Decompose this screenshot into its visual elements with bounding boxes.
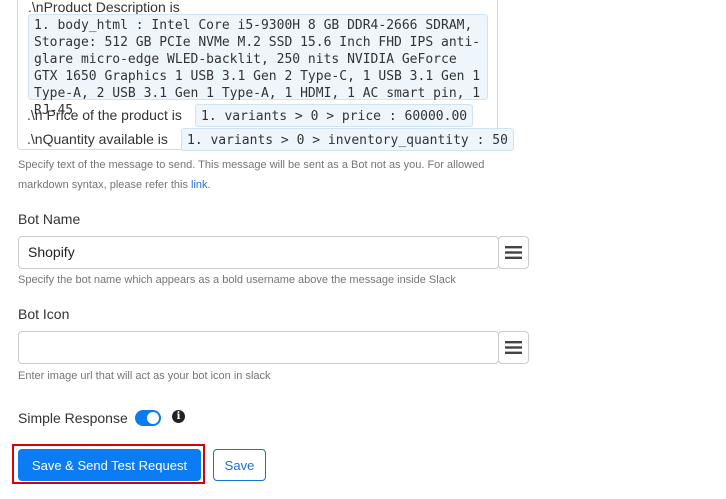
message-line-quantity-label: .\nQuantity available is [27,131,168,147]
simple-response-toggle[interactable] [135,410,161,426]
message-help-text-line2: markdown syntax, please refer this link. [18,179,211,191]
bot-icon-label: Bot Icon [18,306,70,322]
bot-name-label: Bot Name [18,211,81,227]
hamburger-icon [505,341,522,354]
toggle-knob [147,412,159,424]
message-line-description-label: .\nProduct Description is [28,0,180,15]
bot-icon-menu-button[interactable] [498,331,529,364]
markdown-help-link[interactable]: link. [191,179,211,191]
message-line-price-label: .\n Price of the product is [27,107,182,123]
message-help-text: Specify text of the message to send. Thi… [18,159,484,171]
quantity-token[interactable]: 1. variants > 0 > inventory_quantity : 5… [181,128,514,151]
bot-name-help-text: Specify the bot name which appears as a … [18,274,456,286]
price-token[interactable]: 1. variants > 0 > price : 60000.00 [195,104,474,127]
save-button[interactable]: Save [213,449,266,481]
message-help-line2: markdown syntax, please refer this [18,179,188,191]
message-help-line1: Specify text of the message to send. Thi… [18,159,485,171]
info-icon[interactable]: i [172,410,185,423]
bot-name-menu-button[interactable] [498,236,529,269]
bot-icon-input[interactable] [18,331,499,364]
product-description-token[interactable]: 1. body_html : Intel Core i5-9300H 8 GB … [28,14,488,118]
hamburger-icon [505,246,522,259]
simple-response-label: Simple Response [18,410,128,426]
save-send-test-request-button[interactable]: Save & Send Test Request [18,449,201,481]
bot-name-input[interactable]: Shopify [18,236,499,269]
bot-icon-help-text: Enter image url that will act as your bo… [18,370,271,382]
